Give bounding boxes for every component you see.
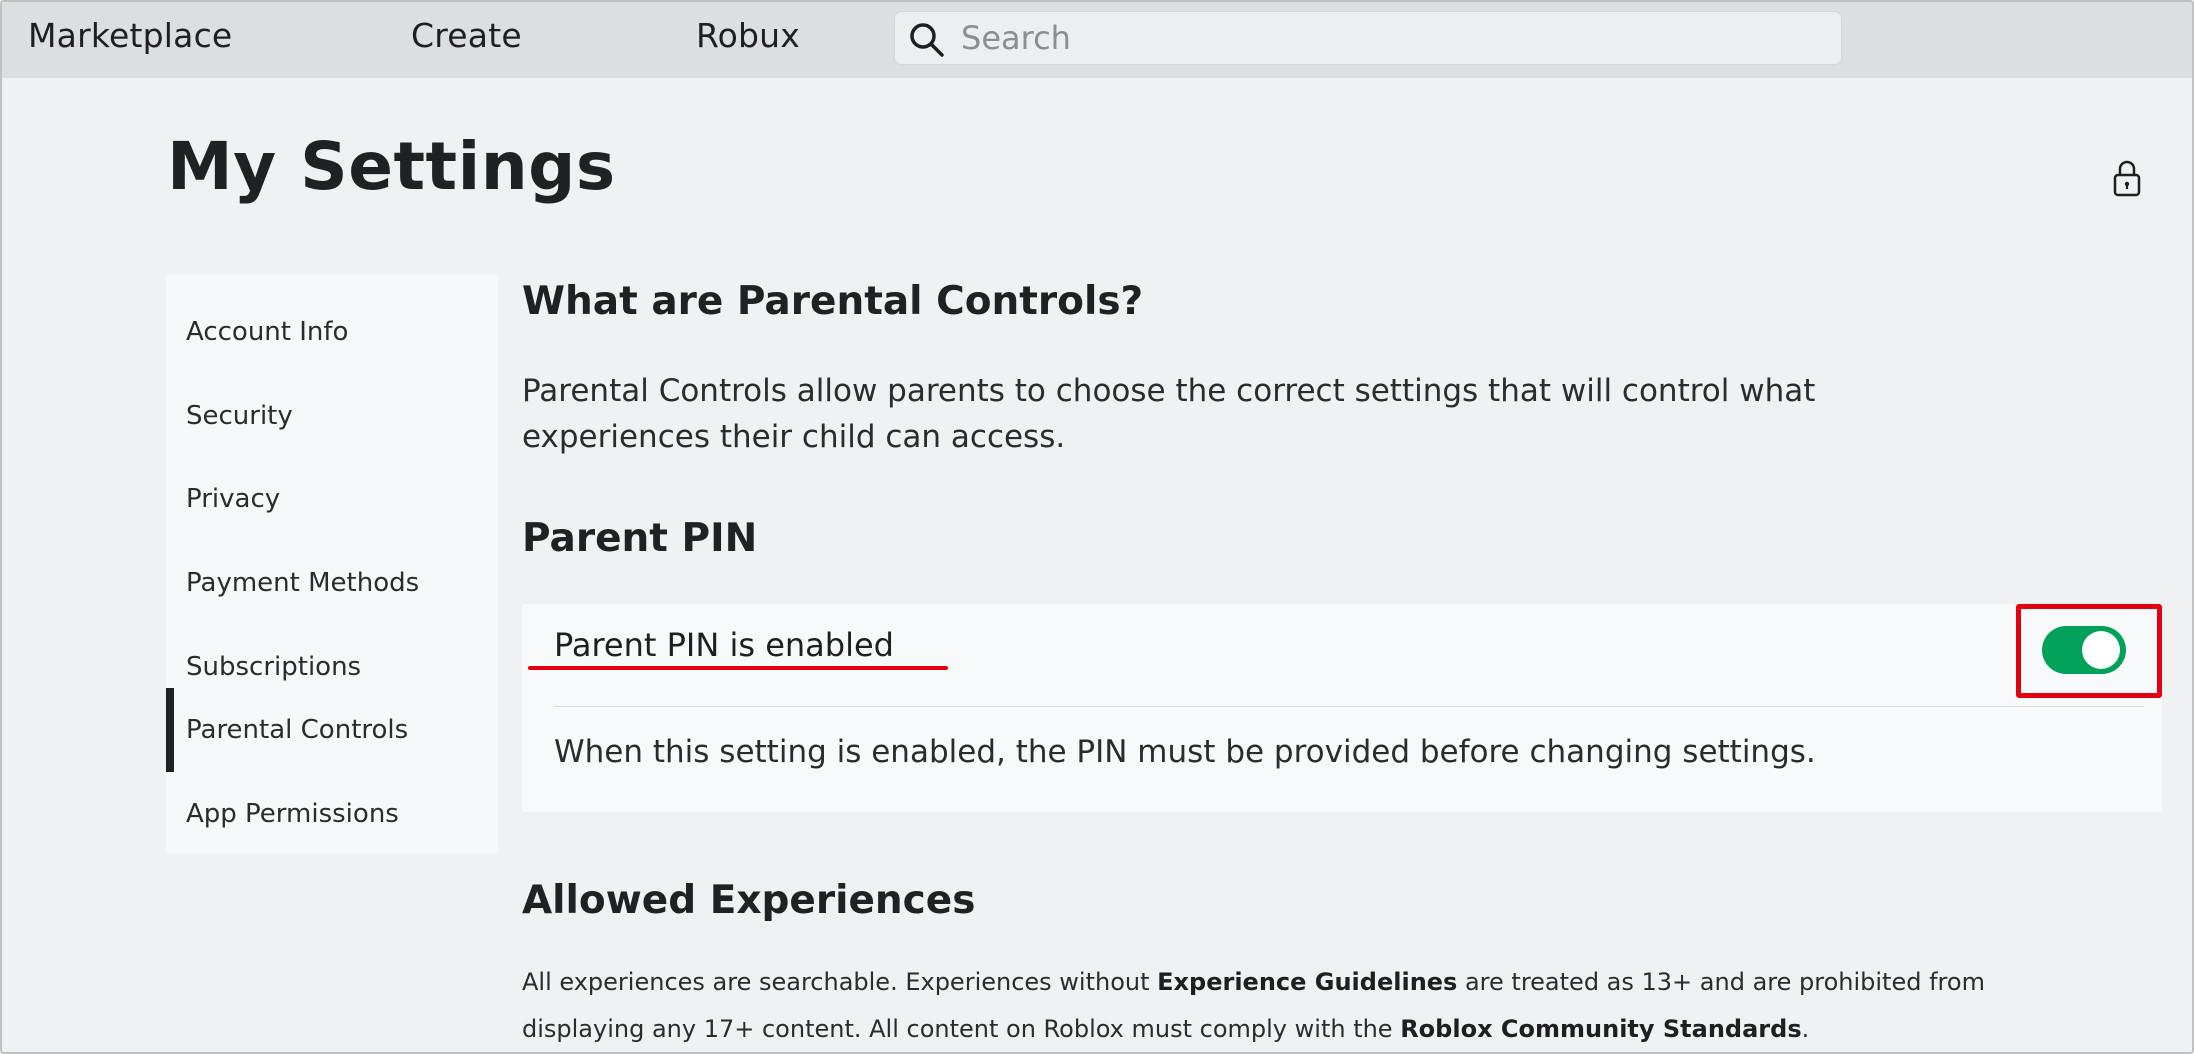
lock-icon[interactable] <box>2112 158 2142 198</box>
nav-robux[interactable]: Robux <box>696 16 800 55</box>
sidebar-item-app-permissions[interactable]: App Permissions <box>166 772 498 856</box>
parent-pin-description: When this setting is enabled, the PIN mu… <box>554 734 1816 770</box>
top-navigation-bar: Marketplace Create Robux <box>2 2 2192 78</box>
parent-pin-toggle[interactable] <box>2042 626 2126 674</box>
allowed-text-2a: displaying any 17+ content. All content … <box>522 1015 1401 1043</box>
allowed-experiences-heading: Allowed Experiences <box>522 878 976 923</box>
search-input[interactable] <box>961 12 1831 64</box>
search-box[interactable] <box>894 11 1842 65</box>
parental-controls-description-line-1: Parental Controls allow parents to choos… <box>522 373 1816 409</box>
parent-pin-card: Parent PIN is enabled When this setting … <box>522 604 2162 812</box>
toggle-knob <box>2082 631 2120 669</box>
annotation-underline <box>528 666 948 670</box>
allowed-text-1a: All experiences are searchable. Experien… <box>522 968 1158 996</box>
sidebar-item-privacy[interactable]: Privacy <box>166 457 498 541</box>
allowed-experiences-text-line-1: All experiences are searchable. Experien… <box>522 968 1985 996</box>
allowed-text-1b: are treated as 13+ and are prohibited fr… <box>1457 968 1985 996</box>
community-standards-link[interactable]: Roblox Community Standards <box>1400 1015 1801 1043</box>
sidebar-item-account-info[interactable]: Account Info <box>166 290 498 374</box>
parent-pin-heading: Parent PIN <box>522 516 758 561</box>
nav-marketplace[interactable]: Marketplace <box>28 16 232 55</box>
nav-create[interactable]: Create <box>411 16 522 55</box>
sidebar-item-security[interactable]: Security <box>166 374 498 458</box>
allowed-experiences-text-line-2: displaying any 17+ content. All content … <box>522 1015 1809 1043</box>
parental-controls-description-line-2: experiences their child can access. <box>522 419 1066 455</box>
settings-sidebar: Account Info Security Privacy Payment Me… <box>166 274 498 854</box>
app-window: Marketplace Create Robux My Settings Acc… <box>0 0 2194 1054</box>
sidebar-item-payment-methods[interactable]: Payment Methods <box>166 541 498 625</box>
sidebar-item-parental-controls[interactable]: Parental Controls <box>166 688 498 772</box>
page-title: My Settings <box>167 128 616 205</box>
what-are-parental-controls-heading: What are Parental Controls? <box>522 279 1144 324</box>
experience-guidelines-link[interactable]: Experience Guidelines <box>1157 968 1457 996</box>
search-icon[interactable] <box>907 20 947 60</box>
parent-pin-label: Parent PIN is enabled <box>554 626 894 664</box>
allowed-text-2b: . <box>1801 1015 1810 1043</box>
divider <box>554 706 2144 707</box>
